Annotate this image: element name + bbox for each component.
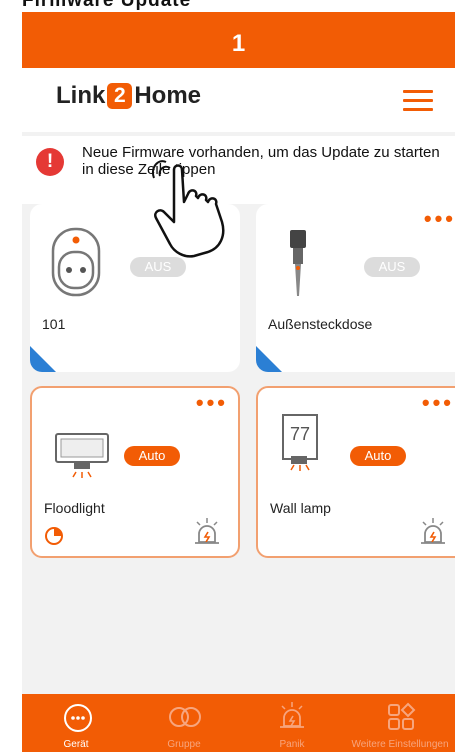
tab-label: Gruppe bbox=[167, 739, 201, 750]
panic-icon bbox=[280, 702, 304, 728]
hamburger-menu-icon[interactable] bbox=[403, 90, 433, 112]
device-name: Wall lamp bbox=[270, 500, 331, 516]
settings-grid-icon bbox=[388, 702, 416, 730]
siren-icon[interactable] bbox=[418, 516, 448, 548]
floodlight-icon bbox=[55, 433, 109, 478]
lamp-number: 77 bbox=[289, 424, 311, 444]
status-toggle[interactable]: AUS bbox=[130, 257, 186, 277]
tab-label: Panik bbox=[279, 739, 305, 750]
bottom-tab-bar: Gerät Gruppe Panik Weitere Einstellungen bbox=[22, 694, 455, 752]
more-options-icon[interactable]: ••• bbox=[422, 392, 454, 414]
status-toggle[interactable]: AUS bbox=[364, 257, 420, 277]
logo-text-home: Home bbox=[134, 82, 202, 109]
timer-pie-icon[interactable] bbox=[44, 526, 64, 546]
tab-label: Weitere Einstellungen bbox=[351, 739, 449, 750]
step-bar: 1 bbox=[22, 12, 455, 68]
app-header: Link 2 Home bbox=[22, 68, 455, 132]
group-icon bbox=[169, 707, 201, 727]
firmware-update-notice[interactable]: ! Neue Firmware vorhanden, um das Update… bbox=[22, 136, 455, 204]
outdoor-plug-icon bbox=[290, 230, 306, 296]
device-name: Floodlight bbox=[44, 500, 105, 516]
device-icon bbox=[64, 704, 92, 732]
tab-settings[interactable]: Weitere Einstellungen bbox=[346, 694, 454, 752]
device-name: 101 bbox=[42, 316, 66, 332]
device-name: Außensteckdose bbox=[268, 316, 373, 332]
tab-device[interactable]: Gerät bbox=[22, 694, 130, 752]
notice-text[interactable]: Neue Firmware vorhanden, um das Update z… bbox=[82, 144, 455, 178]
tab-group[interactable]: Gruppe bbox=[130, 694, 238, 752]
tab-panic[interactable]: Panik bbox=[238, 694, 346, 752]
device-card-wall-lamp[interactable]: ••• 77 Auto Wall lamp bbox=[256, 386, 455, 558]
device-card-aussensteckdose[interactable]: ••• AUS Außensteckdose bbox=[256, 204, 455, 372]
status-toggle[interactable]: Auto bbox=[124, 446, 180, 466]
status-toggle[interactable]: Auto bbox=[350, 446, 406, 466]
more-options-icon[interactable]: ••• bbox=[424, 208, 455, 230]
logo-text-link: Link bbox=[56, 82, 106, 109]
logo-two: 2 bbox=[107, 83, 133, 109]
tab-label: Gerät bbox=[63, 739, 89, 750]
phone-screen: 1 Link 2 Home ! Neue Firmware vorhanden,… bbox=[22, 12, 455, 752]
siren-icon[interactable] bbox=[192, 516, 222, 548]
tap-hand-icon bbox=[152, 160, 225, 258]
more-options-icon[interactable]: ••• bbox=[196, 392, 228, 414]
app-logo: Link 2 Home bbox=[56, 82, 201, 110]
corner-marker bbox=[256, 346, 282, 372]
alert-icon: ! bbox=[36, 148, 64, 176]
socket-icon bbox=[51, 227, 101, 297]
device-card-floodlight[interactable]: ••• Auto Floodlight bbox=[30, 386, 240, 558]
corner-marker bbox=[30, 346, 56, 372]
step-number: 1 bbox=[231, 30, 246, 57]
page-heading: Firmware Update bbox=[22, 0, 192, 11]
wall-lamp-icon: 77 bbox=[282, 414, 318, 472]
